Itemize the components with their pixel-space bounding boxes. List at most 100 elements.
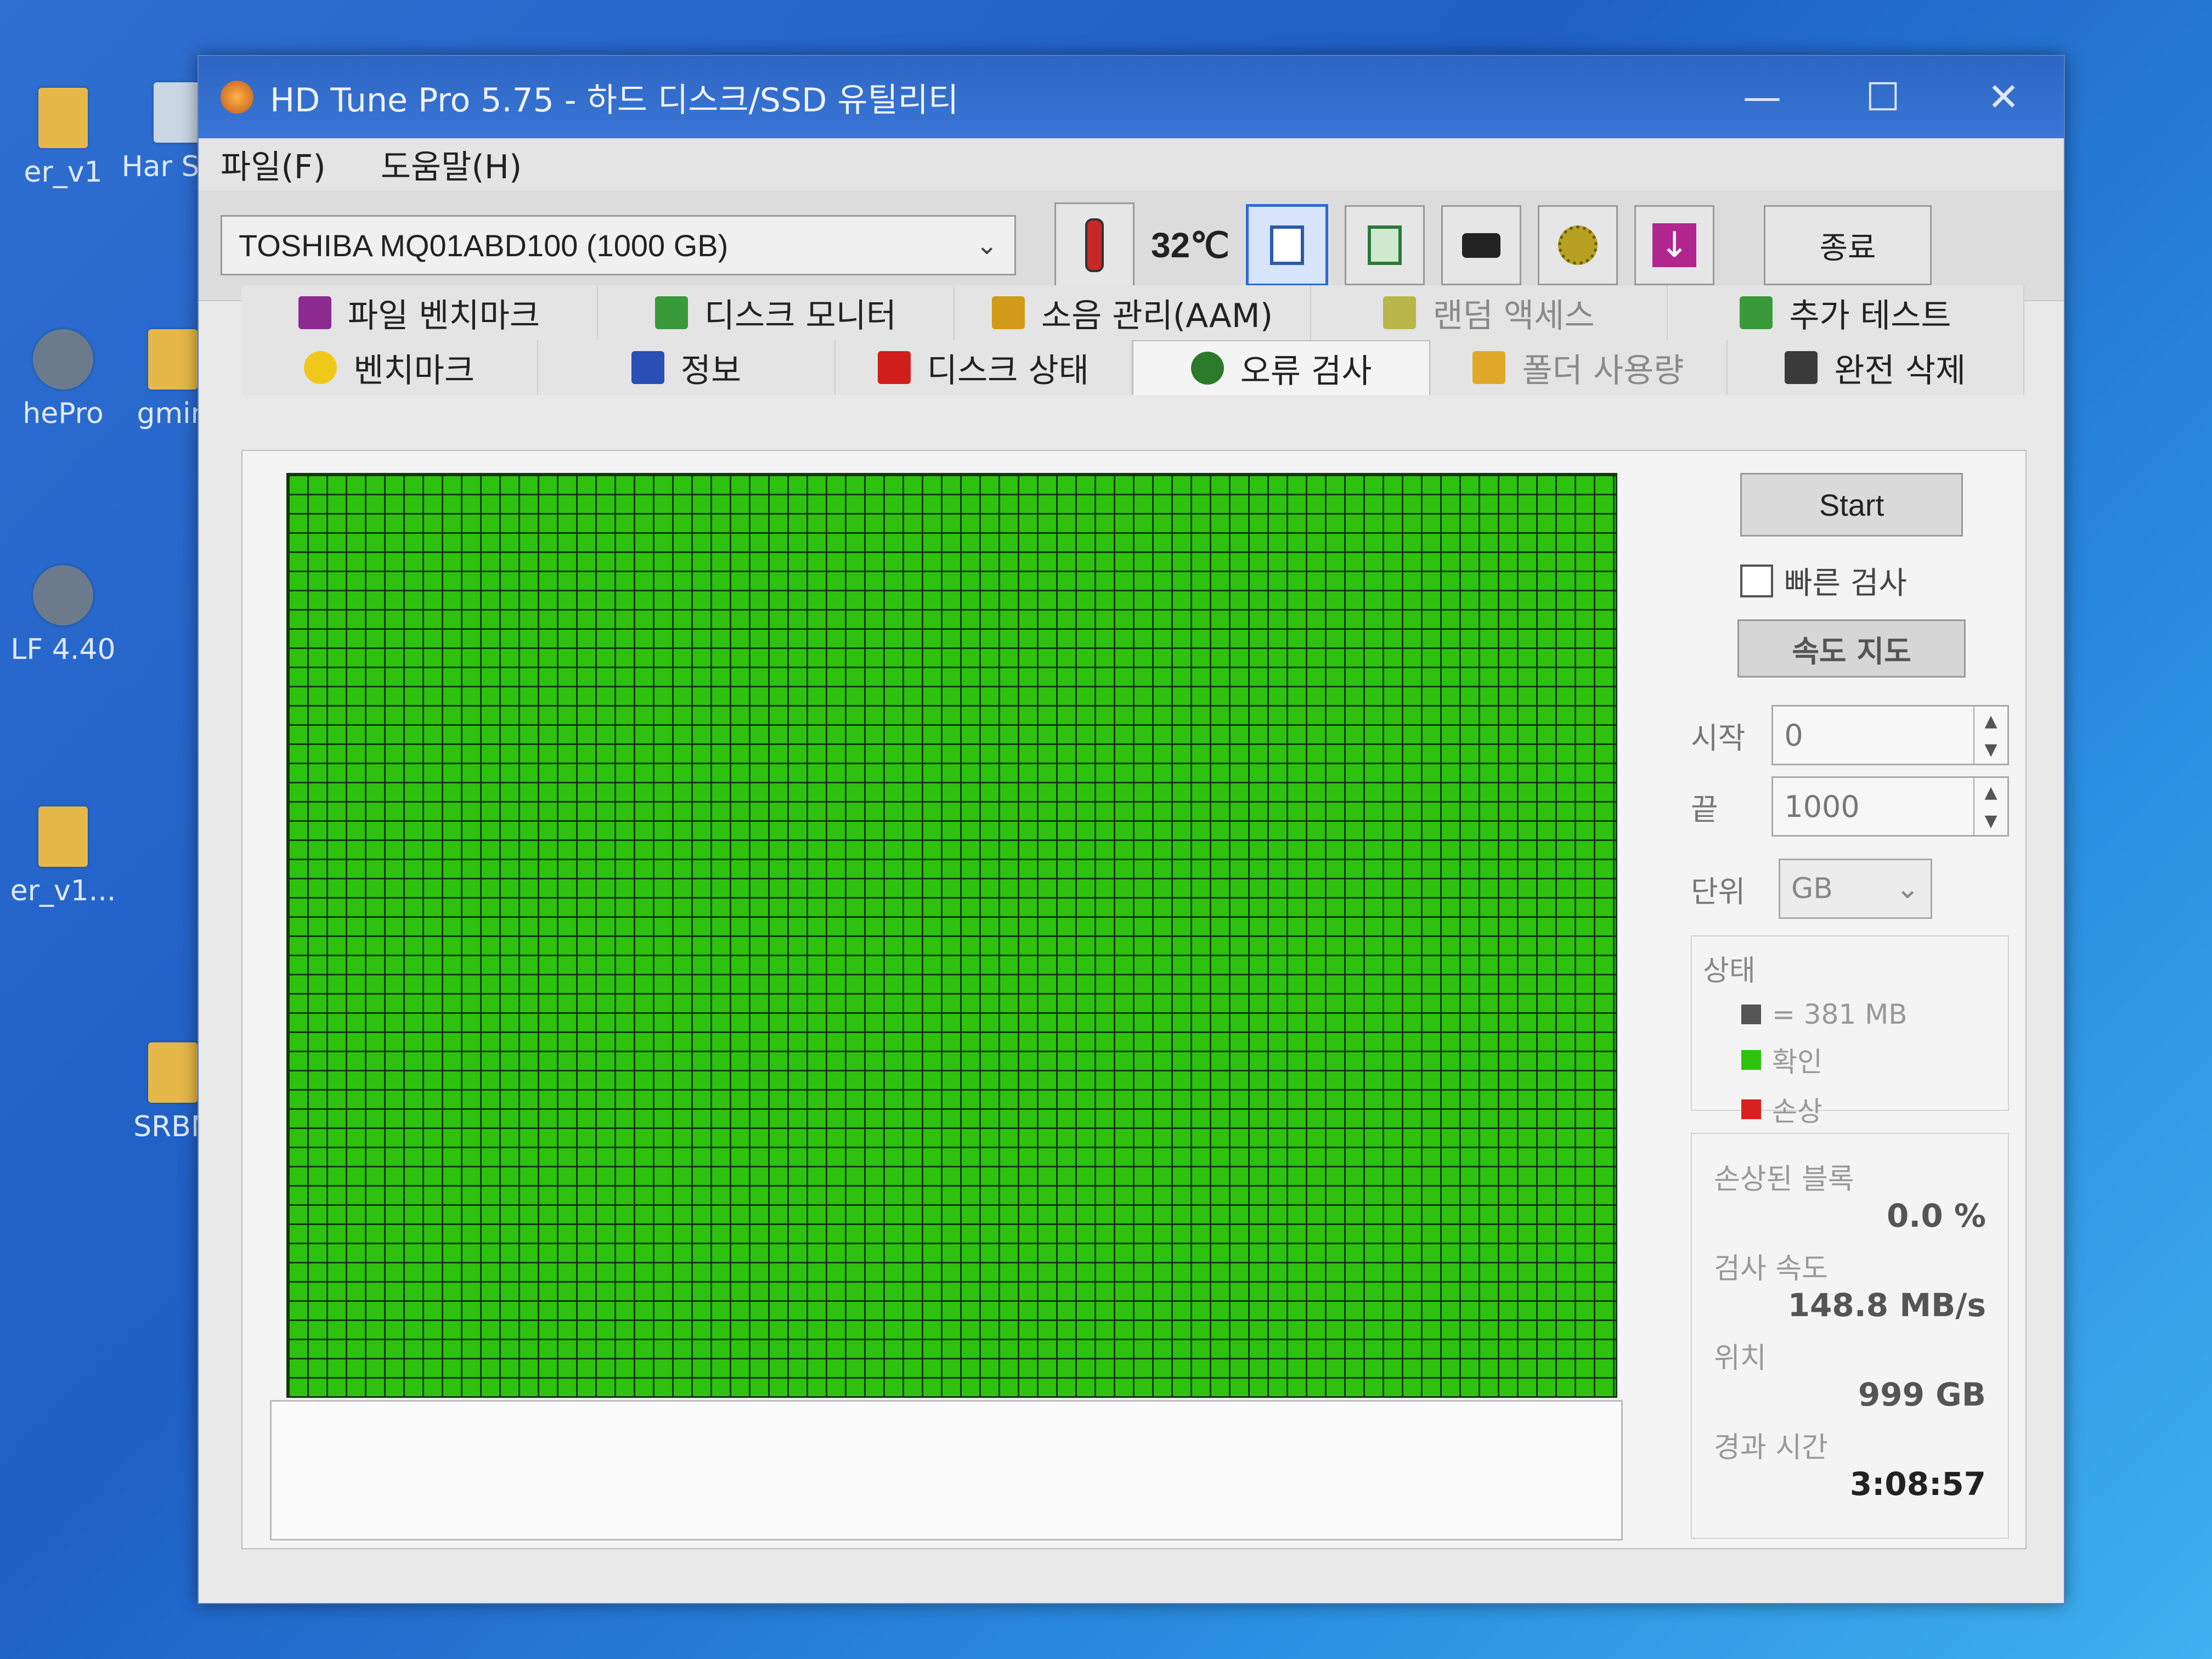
tab-folder-usage[interactable]: 폴더 사용량 — [1430, 340, 1728, 395]
copy-text-button[interactable] — [1246, 204, 1329, 286]
trash-icon — [1785, 351, 1818, 384]
tab-erase[interactable]: 완전 삭제 — [1727, 340, 2024, 395]
close-button[interactable]: ✕ — [1943, 56, 2064, 138]
info-icon — [631, 351, 664, 384]
legend-title: 상태 — [1703, 955, 1756, 988]
tab-label: 오류 검사 — [1240, 352, 1372, 391]
scan-speed-label: 검사 속도 — [1714, 1252, 1828, 1285]
desktop-icon[interactable]: hePro — [0, 329, 126, 430]
tab-row-1: 파일 벤치마크 디스크 모니터 소음 관리(AAM) 랜덤 액세스 추가 테스트 — [241, 285, 2024, 340]
start-label: 시작 — [1691, 720, 1746, 755]
lightbulb-icon — [304, 351, 337, 384]
damaged-swatch — [1741, 1099, 1761, 1119]
end-spinner[interactable]: 1000 ▲ ▼ — [1771, 776, 2009, 837]
unit-field-row: 단위 GB ⌄ — [1691, 859, 2009, 919]
unit-value: GB — [1791, 872, 1833, 905]
legend-item-ok: 확인 — [1741, 1040, 1997, 1080]
ok-swatch — [1741, 1050, 1761, 1070]
tab-file-benchmark[interactable]: 파일 벤치마크 — [241, 285, 598, 340]
error-scan-panel: Start 빠른 검사 속도 지도 시작 0 ▲ ▼ 끝 1000 ▲ ▼ 단위 G… — [241, 450, 2027, 1549]
tab-benchmark[interactable]: 벤치마크 — [241, 340, 539, 395]
end-value: 1000 — [1784, 789, 1860, 824]
tab-error-scan[interactable]: 오류 검사 — [1132, 340, 1431, 395]
unit-label: 단위 — [1691, 874, 1746, 909]
tab-aam[interactable]: 소음 관리(AAM) — [955, 285, 1311, 340]
start-value: 0 — [1784, 718, 1803, 753]
position-value: 999 GB — [1858, 1376, 1986, 1413]
block-map-grid — [286, 473, 1617, 1398]
app-logo-icon — [221, 81, 253, 114]
camera-icon — [1462, 233, 1501, 258]
tab-health[interactable]: 디스크 상태 — [835, 340, 1132, 395]
toolbar: TOSHIBA MQ01ABD100 (1000 GB) ⌄ 32℃ ↓ 종료 — [199, 190, 2064, 301]
health-cross-icon — [877, 351, 911, 384]
desktop-icon-label: er_v1 — [24, 156, 103, 189]
folder-icon — [148, 329, 198, 390]
save-button[interactable]: ↓ — [1634, 205, 1715, 285]
tab-label: 디스크 상태 — [927, 351, 1089, 390]
tab-disk-monitor[interactable]: 디스크 모니터 — [598, 285, 955, 340]
gear-icon — [1558, 225, 1598, 265]
scan-log-box — [270, 1400, 1623, 1541]
folder-icon — [38, 88, 88, 148]
options-button[interactable] — [1538, 205, 1618, 285]
quick-scan-option[interactable]: 빠른 검사 — [1740, 558, 2009, 603]
legend-item-block-size: = 381 MB — [1741, 998, 1997, 1030]
spinner-arrows-icon[interactable]: ▲ ▼ — [1973, 707, 2007, 764]
spinner-arrows-icon[interactable]: ▲ ▼ — [1973, 778, 2007, 835]
start-button[interactable]: Start — [1740, 473, 1963, 537]
legend-box: 상태 = 381 MB 확인 손상 — [1691, 935, 2009, 1127]
drive-select[interactable]: TOSHIBA MQ01ABD100 (1000 GB) ⌄ — [221, 215, 1016, 275]
tab-extra-tests[interactable]: 추가 테스트 — [1668, 285, 2024, 340]
start-spinner[interactable]: 0 ▲ ▼ — [1771, 705, 2009, 765]
end-field-row: 끝 1000 ▲ ▼ — [1691, 776, 2009, 837]
folder-icon — [1472, 351, 1506, 384]
speaker-icon — [991, 296, 1025, 329]
legend-label: 손상 — [1772, 1096, 1822, 1127]
position-label: 위치 — [1714, 1342, 1767, 1375]
tab-label: 추가 테스트 — [1789, 296, 1951, 335]
tab-random-access[interactable]: 랜덤 액세스 — [1311, 285, 1668, 340]
unit-select[interactable]: GB ⌄ — [1779, 859, 1932, 919]
quick-scan-label: 빠른 검사 — [1784, 566, 1907, 601]
menu-file[interactable]: 파일(F) — [221, 140, 326, 188]
quick-scan-checkbox[interactable] — [1740, 564, 1773, 597]
tab-label: 랜덤 액세스 — [1432, 296, 1595, 335]
thermometer-icon — [1085, 218, 1104, 272]
desktop-icon[interactable]: LF 4.40 — [0, 565, 126, 666]
random-access-icon — [1383, 296, 1417, 329]
temperature-button[interactable] — [1054, 202, 1135, 288]
disk-monitor-icon — [654, 296, 688, 329]
legend-item-damaged: 손상 — [1741, 1090, 1997, 1129]
drive-select-value: TOSHIBA MQ01ABD100 (1000 GB) — [239, 228, 729, 263]
download-icon: ↓ — [1652, 223, 1697, 267]
folder-icon — [38, 806, 88, 867]
menu-help[interactable]: 도움말(H) — [381, 140, 522, 188]
tab-label: 파일 벤치마크 — [347, 296, 540, 335]
tab-label: 디스크 모니터 — [704, 296, 897, 335]
menu-bar: 파일(F) 도움말(H) — [199, 138, 2064, 190]
drive-icon — [33, 565, 93, 625]
tab-info[interactable]: 정보 — [538, 340, 836, 395]
speed-map-button[interactable]: 속도 지도 — [1737, 619, 1966, 678]
maximize-button[interactable]: ☐ — [1822, 56, 1943, 138]
desktop-icon[interactable]: er_v1 — [0, 88, 126, 189]
desktop-icon[interactable]: er_v1... — [0, 806, 126, 907]
screenshot-button[interactable] — [1441, 205, 1522, 285]
title-bar[interactable]: HD Tune Pro 5.75 - 하드 디스크/SSD 유틸리티 — ☐ ✕ — [199, 56, 2064, 138]
elapsed-label: 경과 시간 — [1714, 1431, 1828, 1464]
desktop-icon-label: hePro — [22, 397, 104, 430]
minimize-button[interactable]: — — [1702, 56, 1822, 138]
folder-icon — [148, 1042, 198, 1103]
damaged-blocks-label: 손상된 블록 — [1714, 1163, 1854, 1196]
scan-controls: Start 빠른 검사 속도 지도 시작 0 ▲ ▼ 끝 1000 ▲ ▼ 단위 G… — [1691, 473, 2009, 1570]
tab-row-2: 벤치마크 정보 디스크 상태 오류 검사 폴더 사용량 완전 삭제 — [241, 340, 2024, 395]
copy-all-button[interactable] — [1345, 205, 1425, 285]
block-size-swatch — [1741, 1005, 1761, 1024]
scan-speed-value: 148.8 MB/s — [1787, 1286, 1986, 1324]
tab-label: 폴더 사용량 — [1522, 351, 1684, 390]
copy-text-icon — [1270, 225, 1305, 265]
extra-tests-icon — [1740, 296, 1773, 329]
exit-button[interactable]: 종료 — [1764, 205, 1932, 285]
drive-icon — [33, 329, 93, 390]
